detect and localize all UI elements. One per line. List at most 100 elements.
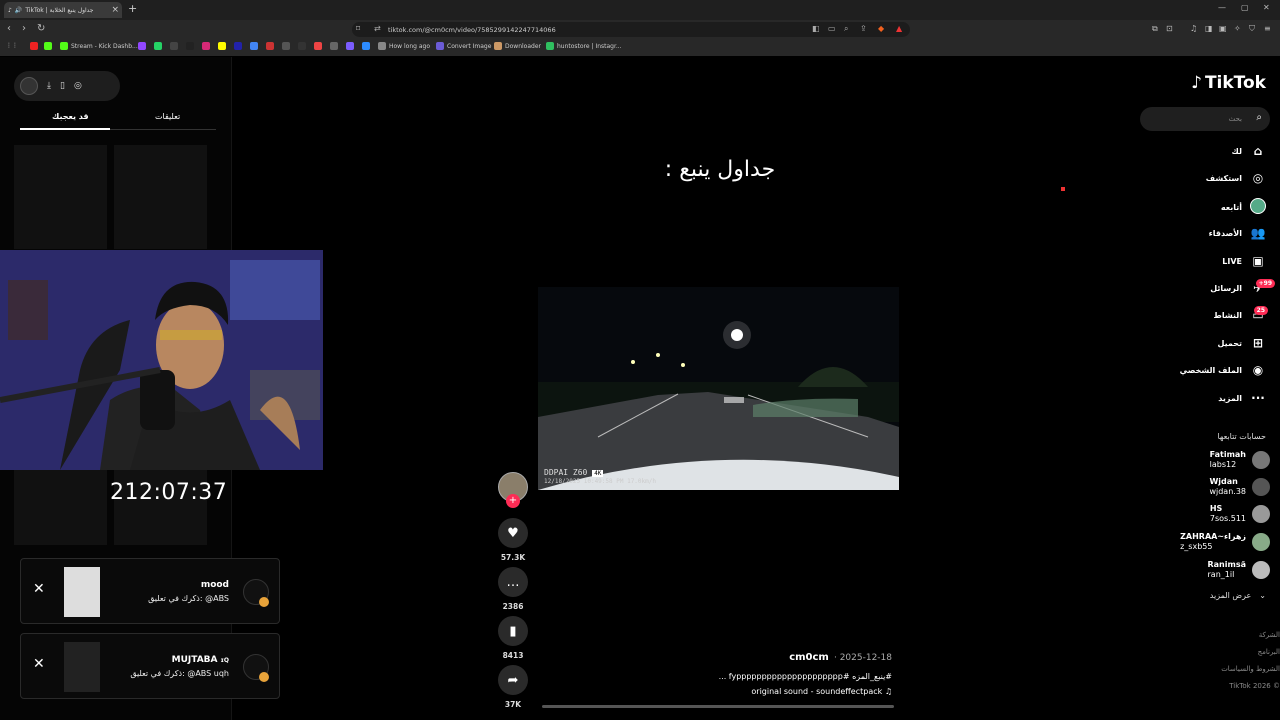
- footer-company[interactable]: الشركة: [1259, 631, 1280, 639]
- suggested-video-thumbnail[interactable]: [14, 145, 107, 249]
- mobile-icon[interactable]: ▯: [60, 81, 65, 91]
- tab-comments[interactable]: تعليقات: [155, 112, 180, 121]
- bookmark-h[interactable]: [346, 42, 354, 50]
- reload-icon[interactable]: ↻: [37, 23, 45, 34]
- suggested-video-thumbnail[interactable]: [14, 470, 107, 545]
- bookmark-b[interactable]: [250, 42, 258, 50]
- maximize-button[interactable]: ▢: [1241, 3, 1249, 12]
- tab-you-may-like[interactable]: قد يعجبك: [52, 112, 89, 121]
- show-more-button[interactable]: ⌄ عرض المزيد: [1210, 591, 1266, 600]
- bookmark-i[interactable]: [362, 42, 370, 50]
- nav-profile[interactable]: ◉ الملف الشخصي: [1180, 363, 1266, 377]
- bookmark-twitch[interactable]: [138, 42, 146, 50]
- bookmark-snapchat[interactable]: [218, 42, 226, 50]
- close-tab-icon[interactable]: ×: [111, 5, 122, 15]
- rewards-icon[interactable]: ▲: [896, 24, 902, 33]
- nav-following[interactable]: أتابعه: [1221, 198, 1266, 217]
- extension-icon[interactable]: ⧉: [1152, 24, 1158, 34]
- bookmark-d[interactable]: [282, 42, 290, 50]
- nav-for-you[interactable]: ⌂ لك: [1232, 144, 1266, 158]
- bookmark-f[interactable]: [314, 42, 322, 50]
- nav-live[interactable]: ▣ LIVE: [1222, 254, 1266, 268]
- vpn-icon[interactable]: ⛉: [1249, 24, 1255, 34]
- following-account[interactable]: Fatimah labs12: [1210, 450, 1270, 471]
- footer-program[interactable]: البرنامج: [1258, 648, 1280, 656]
- media-icon[interactable]: ♫: [1190, 24, 1197, 33]
- bookmark-tiktok[interactable]: [186, 42, 194, 50]
- close-window-button[interactable]: ✕: [1263, 3, 1270, 12]
- back-icon[interactable]: ‹: [7, 23, 11, 34]
- cast-icon[interactable]: ▭: [828, 24, 836, 33]
- new-tab-button[interactable]: +: [128, 2, 137, 15]
- screenshot-icon[interactable]: ⊡: [1166, 24, 1173, 33]
- browser-tab[interactable]: ♪ 🔊 TikTok | جداول ينبع الخلابة ×: [4, 2, 122, 18]
- bookmark-page-icon[interactable]: ⌑: [356, 24, 360, 33]
- bookmark-x[interactable]: [170, 42, 178, 50]
- sound-name[interactable]: original sound - soundeffectpack: [751, 687, 882, 696]
- comment-icon[interactable]: …: [498, 567, 528, 597]
- compass-small-icon[interactable]: ◎: [74, 81, 82, 91]
- search-input[interactable]: بحث ⌕: [1140, 107, 1270, 131]
- menu-icon[interactable]: ≡: [1264, 24, 1271, 33]
- bookmark-downloader[interactable]: Downloader: [494, 42, 541, 50]
- search-icon[interactable]: ⌕: [1256, 112, 1262, 123]
- author-avatar[interactable]: [20, 77, 38, 95]
- bookmark-g[interactable]: [330, 42, 338, 50]
- share-icon[interactable]: ➦: [498, 665, 528, 695]
- nav-explore[interactable]: ◎ استكشف: [1206, 171, 1266, 185]
- address-bar[interactable]: tiktok.com/@cm0cm/video/7585299142247714…: [352, 22, 910, 37]
- apps-icon[interactable]: ⋮⋮: [6, 42, 18, 49]
- footer-terms[interactable]: الشروط والسياسات: [1221, 665, 1280, 673]
- follow-plus-icon[interactable]: +: [506, 494, 520, 508]
- bookmark-huntostore[interactable]: huntostore | Instagr...: [546, 42, 622, 50]
- following-account[interactable]: HS 7sos.511: [1210, 504, 1270, 525]
- bookmark-kick-dashboard[interactable]: Stream - Kick Dashb...: [60, 42, 138, 50]
- site-info-icon[interactable]: ⇄: [374, 24, 381, 33]
- like-button[interactable]: ♥ 57.3K: [498, 518, 528, 562]
- bookmark-youtube[interactable]: [30, 42, 38, 50]
- sound-line[interactable]: ♫ original sound - soundeffectpack: [680, 687, 892, 696]
- close-icon[interactable]: ✕: [33, 581, 45, 597]
- bookmark-whatsapp[interactable]: [154, 42, 162, 50]
- video-description[interactable]: #ينبع_المزه #fyppppppppppppppppppppp ...: [680, 672, 892, 681]
- suggested-video-thumbnail[interactable]: [114, 145, 207, 249]
- bookmark-how-long-ago[interactable]: How long ago: [378, 42, 430, 50]
- notification-card[interactable]: ✕ mood ذكرك في تعليق: @ABS: [20, 558, 280, 624]
- shield-icon[interactable]: ◆: [878, 24, 884, 33]
- bookmark-c[interactable]: [266, 42, 274, 50]
- bookmark-convert-image[interactable]: Convert Image: [436, 42, 491, 50]
- bookmark-label: Downloader: [505, 42, 541, 50]
- bookmark-kick[interactable]: [44, 42, 52, 50]
- minimize-button[interactable]: —: [1218, 3, 1226, 12]
- account-handle: 7sos.511: [1209, 514, 1246, 524]
- bookmark-e[interactable]: [298, 42, 306, 50]
- author-name[interactable]: cm0cm: [789, 652, 829, 663]
- heart-icon[interactable]: ♥: [498, 518, 528, 548]
- bookmark-button[interactable]: ▮ 8413: [498, 616, 528, 660]
- notification-card[interactable]: ✕ MUJTABA ɪQ ذكرك في تعليق: @ABS uqh: [20, 633, 280, 699]
- sidebar-icon[interactable]: ◨: [1205, 24, 1213, 33]
- video-progress-bar[interactable]: [542, 705, 894, 708]
- close-icon[interactable]: ✕: [33, 656, 45, 672]
- share-page-icon[interactable]: ⇪: [860, 24, 867, 33]
- video-player[interactable]: DDPAI Z60 4K 12/18/2025 10:49:58 PM 17.0…: [538, 287, 899, 490]
- comment-button[interactable]: … 2386: [498, 567, 528, 611]
- nav-friends[interactable]: 👥 الأصدقاء: [1209, 226, 1266, 240]
- bookmark-icon[interactable]: ▮: [498, 616, 528, 646]
- download-icon[interactable]: ⤓: [47, 81, 51, 91]
- nav-upload[interactable]: ⊞ تحميل: [1217, 336, 1266, 350]
- share-button[interactable]: ➦ 37K: [498, 665, 528, 709]
- zoom-icon[interactable]: ⌕: [844, 24, 848, 34]
- translate-icon[interactable]: ◧: [812, 24, 820, 33]
- bookmark-a[interactable]: [234, 42, 242, 50]
- forward-icon[interactable]: ›: [22, 23, 26, 34]
- following-account[interactable]: Ranimsȃ ran_1il: [1208, 560, 1270, 581]
- following-account[interactable]: Wjdan wjdan.38: [1209, 477, 1270, 498]
- following-account[interactable]: ZAHRAA~زهراء z_sxb55: [1180, 532, 1270, 553]
- bookmark-instagram[interactable]: [202, 42, 210, 50]
- wallet-icon[interactable]: ▣: [1219, 24, 1227, 33]
- ai-icon[interactable]: ✧: [1234, 24, 1241, 33]
- nav-more[interactable]: ··· المزيد: [1218, 391, 1266, 405]
- tiktok-logo[interactable]: ♪ TikTok: [1191, 73, 1266, 93]
- audio-icon[interactable]: 🔊: [15, 7, 22, 14]
